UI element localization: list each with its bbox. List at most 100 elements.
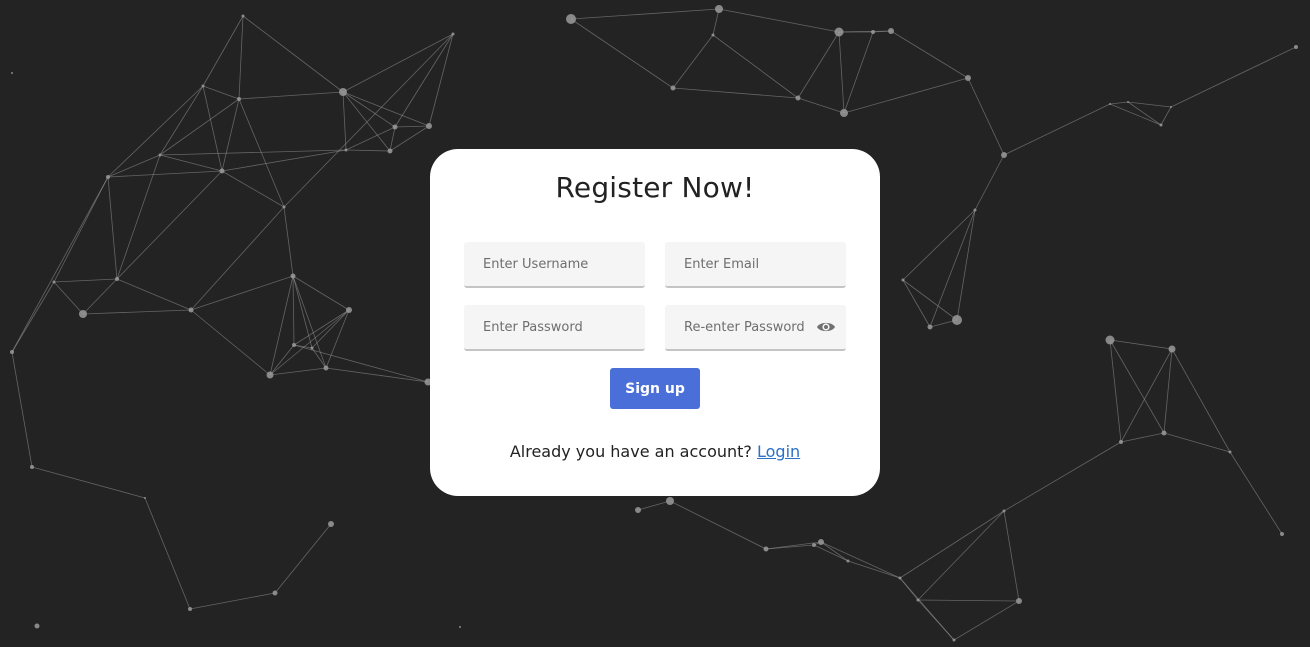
- network-line: [394, 125, 430, 128]
- network-line: [712, 34, 799, 99]
- network-line: [672, 87, 799, 99]
- network-line: [718, 8, 840, 33]
- network-line: [269, 367, 327, 376]
- network-line: [221, 170, 285, 208]
- network-line: [820, 541, 849, 562]
- network-line: [292, 275, 295, 346]
- sign-up-button[interactable]: Sign up: [610, 368, 700, 409]
- username-input[interactable]: [464, 242, 645, 286]
- network-line: [570, 18, 674, 89]
- network-node: [11, 72, 13, 74]
- network-line: [107, 170, 223, 178]
- email-field-wrapper: [665, 242, 846, 288]
- network-line: [202, 15, 244, 87]
- network-line: [1160, 106, 1172, 126]
- network-line: [345, 126, 396, 151]
- network-line: [82, 278, 118, 315]
- network-line: [1003, 441, 1122, 512]
- network-node: [1280, 532, 1284, 536]
- network-line: [159, 154, 223, 172]
- network-line: [269, 309, 350, 376]
- network-node: [144, 497, 146, 499]
- email-input[interactable]: [665, 242, 846, 286]
- network-line: [283, 206, 294, 277]
- network-node: [818, 539, 824, 545]
- network-node: [266, 371, 274, 379]
- network-node: [927, 324, 933, 330]
- network-line: [342, 91, 347, 151]
- network-line: [238, 15, 244, 100]
- network-node: [328, 521, 334, 527]
- eye-icon[interactable]: [816, 319, 836, 335]
- network-node: [219, 168, 225, 174]
- network-line: [1003, 510, 1020, 602]
- network-node: [79, 310, 87, 318]
- network-line: [311, 309, 350, 349]
- network-line: [797, 97, 845, 114]
- network-node: [666, 497, 674, 505]
- network-node: [188, 307, 194, 313]
- network-node: [1228, 450, 1232, 454]
- network-line: [394, 33, 454, 128]
- network-node: [715, 5, 723, 13]
- network-line: [11, 351, 33, 468]
- network-line: [956, 209, 976, 321]
- network-node: [1159, 123, 1163, 127]
- network-line: [1003, 103, 1111, 156]
- network-line: [917, 599, 955, 641]
- network-node: [451, 32, 455, 36]
- network-node: [795, 95, 801, 101]
- network-node: [973, 208, 977, 212]
- network-node: [323, 365, 329, 371]
- network-node: [387, 148, 393, 154]
- network-line: [1171, 348, 1231, 453]
- network-node: [426, 123, 432, 129]
- network-node: [1105, 335, 1115, 345]
- network-line: [292, 275, 350, 311]
- network-line: [159, 149, 347, 156]
- network-line: [902, 279, 958, 321]
- network-line: [813, 544, 849, 562]
- network-line: [1229, 451, 1283, 535]
- network-node: [272, 590, 278, 596]
- network-line: [637, 500, 671, 511]
- network-line: [159, 98, 240, 156]
- network-line: [797, 31, 840, 99]
- network-line: [820, 541, 901, 579]
- network-node: [965, 75, 971, 81]
- network-node: [10, 350, 14, 354]
- password-input[interactable]: [464, 305, 645, 349]
- network-line: [293, 309, 350, 346]
- network-node: [1001, 152, 1007, 158]
- network-node: [459, 626, 461, 628]
- login-link[interactable]: Login: [757, 442, 800, 461]
- network-node: [901, 278, 905, 282]
- network-line: [1109, 101, 1129, 105]
- network-node: [106, 175, 110, 179]
- network-line: [311, 347, 327, 369]
- network-line: [292, 275, 327, 369]
- network-line: [899, 510, 1005, 579]
- network-node: [52, 280, 56, 284]
- network-line: [107, 85, 204, 178]
- network-line: [712, 8, 720, 36]
- network-line: [53, 278, 118, 283]
- network-node: [952, 638, 956, 642]
- network-line: [389, 126, 396, 152]
- network-node: [1127, 101, 1129, 103]
- network-line: [902, 279, 931, 328]
- network-node: [952, 315, 962, 325]
- network-line: [144, 497, 191, 610]
- network-node: [1161, 430, 1167, 436]
- network-node: [188, 607, 192, 611]
- network-line: [190, 309, 271, 376]
- network-line: [116, 170, 223, 280]
- network-line: [1109, 339, 1122, 443]
- network-line: [967, 77, 1005, 156]
- network-line: [202, 85, 223, 172]
- network-line: [1170, 46, 1297, 108]
- network-line: [1109, 339, 1165, 434]
- network-line: [917, 599, 1020, 602]
- network-line: [672, 34, 714, 89]
- network-line: [292, 275, 313, 349]
